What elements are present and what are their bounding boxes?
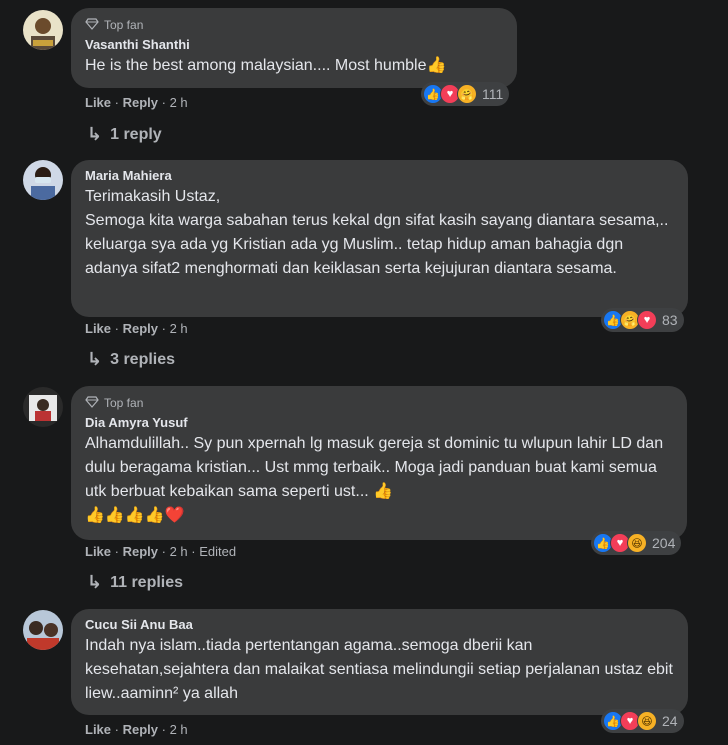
diamond-icon bbox=[85, 395, 99, 411]
reply-arrow-icon: ↳ bbox=[87, 572, 103, 592]
reply-arrow-icon: ↳ bbox=[87, 349, 103, 369]
comment-actions: Like · Reply · 2 h bbox=[85, 95, 188, 110]
reaction-count: 111 bbox=[482, 86, 504, 102]
top-fan-badge: Top fan bbox=[85, 395, 673, 411]
comment-time[interactable]: 2 h bbox=[170, 95, 188, 110]
reply-button[interactable]: Reply bbox=[123, 95, 158, 110]
avatar[interactable] bbox=[23, 160, 63, 200]
avatar-image bbox=[23, 387, 63, 427]
avatar[interactable] bbox=[23, 10, 63, 50]
reaction-count: 83 bbox=[662, 312, 678, 328]
like-button[interactable]: Like bbox=[85, 722, 111, 737]
reaction-summary[interactable]: 👍 ♥ 😆 24 bbox=[601, 709, 684, 733]
comment-author[interactable]: Cucu Sii Anu Baa bbox=[85, 617, 674, 632]
reply-button[interactable]: Reply bbox=[123, 722, 158, 737]
view-replies-link[interactable]: ↳ 3 replies bbox=[87, 349, 175, 370]
comment-time[interactable]: 2 h bbox=[170, 722, 188, 737]
comment-actions: Like · Reply · 2 h bbox=[85, 321, 188, 336]
comment-bubble: Top fan Dia Amyra Yusuf Alhamdulillah.. … bbox=[71, 386, 687, 540]
comment-bubble: Cucu Sii Anu Baa Indah nya islam..tiada … bbox=[71, 609, 688, 715]
comment-text: Terimakasih Ustaz, Semoga kita warga sab… bbox=[85, 188, 669, 277]
reaction-count: 204 bbox=[652, 535, 676, 551]
comment-text: Indah nya islam..tiada pertentangan agam… bbox=[85, 637, 673, 702]
reaction-summary[interactable]: 👍 🤗 ♥ 83 bbox=[601, 308, 684, 332]
comment-author[interactable]: Dia Amyra Yusuf bbox=[85, 415, 673, 430]
reaction-summary[interactable]: 👍 ♥ 😆 204 bbox=[591, 531, 682, 555]
care-icon: 🤗 bbox=[457, 84, 477, 104]
comment-text: Alhamdulillah.. Sy pun xpernah lg masuk … bbox=[85, 435, 664, 524]
comment-text: He is the best among malaysian.... Most … bbox=[85, 57, 447, 74]
avatar-image bbox=[23, 160, 63, 200]
edited-label: Edited bbox=[199, 544, 237, 559]
like-button[interactable]: Like bbox=[85, 321, 111, 336]
comment-bubble: Maria Mahiera Terimakasih Ustaz, Semoga … bbox=[71, 160, 688, 317]
haha-icon: 😆 bbox=[627, 533, 647, 553]
comment-actions: Like · Reply · 2 h · Edited bbox=[85, 544, 237, 559]
comment-time[interactable]: 2 h bbox=[170, 544, 188, 559]
avatar-image bbox=[23, 10, 63, 50]
like-button[interactable]: Like bbox=[85, 95, 111, 110]
comment-author[interactable]: Maria Mahiera bbox=[85, 168, 674, 183]
reaction-count: 24 bbox=[662, 713, 678, 729]
avatar-image bbox=[23, 610, 63, 650]
diamond-icon bbox=[85, 17, 99, 33]
reply-button[interactable]: Reply bbox=[123, 544, 158, 559]
reply-button[interactable]: Reply bbox=[123, 321, 158, 336]
comment-time[interactable]: 2 h bbox=[170, 321, 188, 336]
top-fan-badge: Top fan bbox=[85, 17, 503, 33]
comment-bubble: Top fan Vasanthi Shanthi He is the best … bbox=[71, 8, 517, 88]
comment-author[interactable]: Vasanthi Shanthi bbox=[85, 37, 503, 52]
reaction-summary[interactable]: 👍 ♥ 🤗 111 bbox=[421, 82, 510, 106]
view-replies-link[interactable]: ↳ 11 replies bbox=[87, 572, 183, 593]
avatar[interactable] bbox=[23, 610, 63, 650]
like-button[interactable]: Like bbox=[85, 544, 111, 559]
haha-icon: 😆 bbox=[637, 711, 657, 731]
avatar[interactable] bbox=[23, 387, 63, 427]
comment-actions: Like · Reply · 2 h bbox=[85, 722, 188, 737]
view-replies-link[interactable]: ↳ 1 reply bbox=[87, 124, 162, 145]
love-icon: ♥ bbox=[637, 310, 657, 330]
reply-arrow-icon: ↳ bbox=[87, 124, 103, 144]
